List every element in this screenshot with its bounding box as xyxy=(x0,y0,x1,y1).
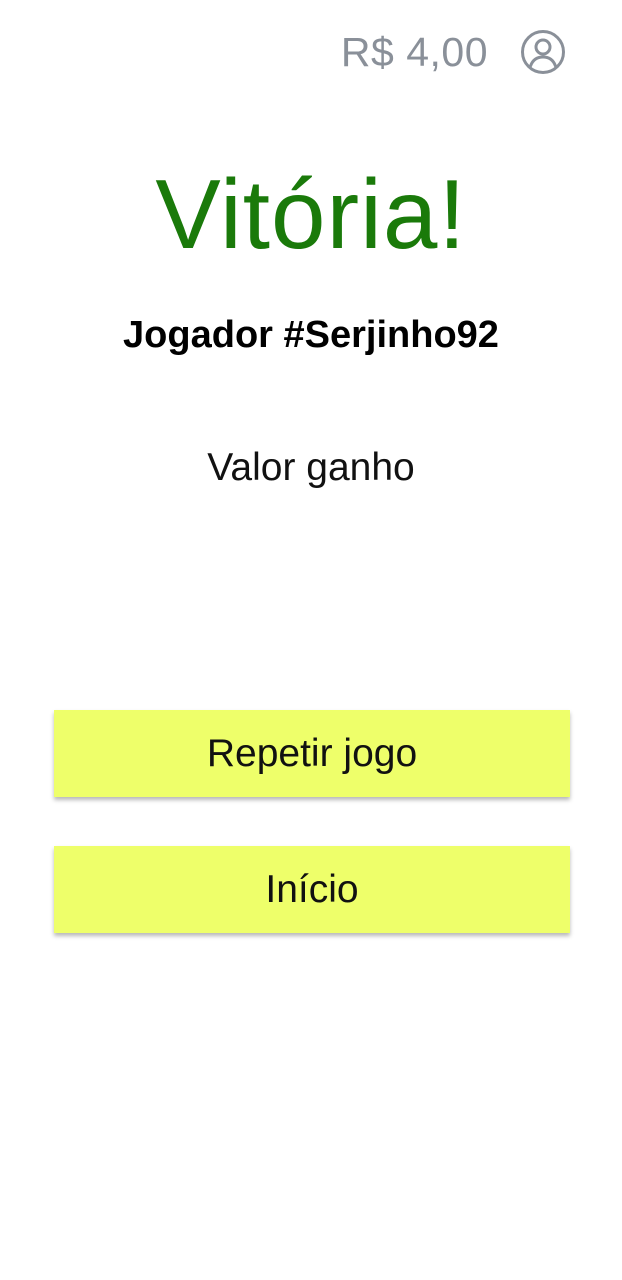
player-name: Jogador #Serjinho92 xyxy=(123,314,499,356)
repeat-game-button[interactable]: Repetir jogo xyxy=(54,710,570,797)
value-won-label: Valor ganho xyxy=(207,446,415,489)
balance-display: R$ 4,00 xyxy=(340,29,488,75)
victory-screen: R$ 4,00 Vitória! Jogador #Serjinho92 Val… xyxy=(0,0,622,1280)
profile-button[interactable] xyxy=(520,29,566,75)
user-circle-icon xyxy=(521,30,565,74)
victory-title: Vitória! xyxy=(155,159,467,269)
home-button[interactable]: Início xyxy=(54,846,570,933)
